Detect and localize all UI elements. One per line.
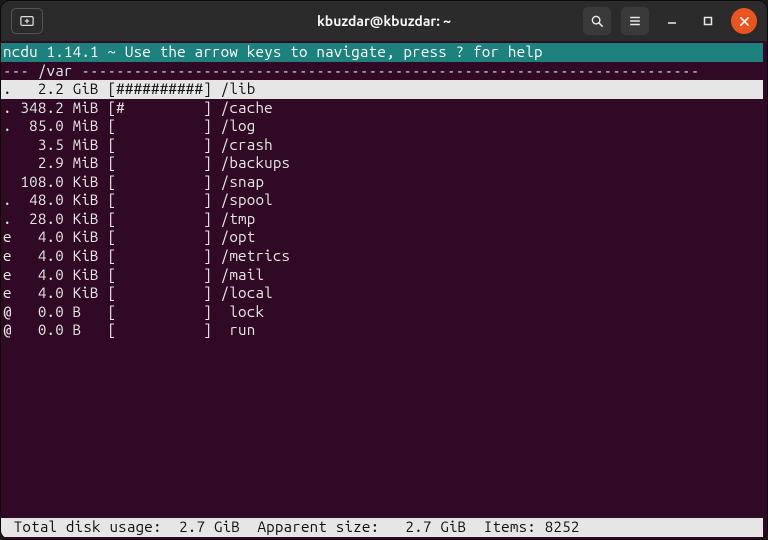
search-icon — [590, 14, 604, 28]
close-button[interactable] — [731, 8, 757, 34]
ncdu-entry[interactable]: . 85.0 MiB [ ] /log — [1, 117, 763, 136]
ncdu-entry[interactable]: . 2.2 GiB [##########] /lib — [1, 80, 763, 99]
minimize-icon — [666, 15, 678, 27]
ncdu-status-bar: Total disk usage: 2.7 GiB Apparent size:… — [1, 518, 763, 537]
ncdu-status-text: Total disk usage: 2.7 GiB Apparent size:… — [5, 518, 580, 535]
ncdu-entry[interactable]: 2.9 MiB [ ] /backups — [1, 154, 763, 173]
search-button[interactable] — [583, 7, 611, 35]
titlebar: kbuzdar@kbuzdar: ~ — [1, 1, 767, 41]
ncdu-path-line: --- /var -------------------------------… — [1, 62, 763, 81]
ncdu-entry[interactable]: . 28.0 KiB [ ] /tmp — [1, 210, 763, 229]
maximize-button[interactable] — [695, 8, 721, 34]
ncdu-header: ncdu 1.14.1 ~ Use the arrow keys to navi… — [1, 43, 763, 62]
minimize-button[interactable] — [659, 8, 685, 34]
hamburger-icon — [628, 14, 642, 28]
ncdu-entry[interactable]: e 4.0 KiB [ ] /metrics — [1, 247, 763, 266]
ncdu-entry[interactable]: e 4.0 KiB [ ] /local — [1, 284, 763, 303]
ncdu-entry[interactable]: e 4.0 KiB [ ] /mail — [1, 266, 763, 285]
ncdu-entry[interactable]: . 48.0 KiB [ ] /spool — [1, 191, 763, 210]
terminal-body[interactable]: ncdu 1.14.1 ~ Use the arrow keys to navi… — [1, 41, 767, 539]
ncdu-entry[interactable]: 3.5 MiB [ ] /crash — [1, 136, 763, 155]
titlebar-right — [583, 7, 767, 35]
ncdu-entry[interactable]: 108.0 KiB [ ] /snap — [1, 173, 763, 192]
ncdu-entry[interactable]: @ 0.0 B [ ] lock — [1, 303, 763, 322]
new-tab-icon — [20, 14, 34, 28]
ncdu-entry[interactable]: @ 0.0 B [ ] run — [1, 321, 763, 340]
ncdu-path-line-text: --- /var -------------------------------… — [3, 62, 699, 79]
maximize-icon — [702, 15, 714, 27]
close-icon — [739, 16, 750, 27]
ncdu-entry[interactable]: . 348.2 MiB [# ] /cache — [1, 99, 763, 118]
new-tab-button[interactable] — [11, 8, 43, 34]
menu-button[interactable] — [621, 7, 649, 35]
ncdu-entry[interactable]: e 4.0 KiB [ ] /opt — [1, 228, 763, 247]
ncdu-entry-list: . 2.2 GiB [##########] /lib. 348.2 MiB [… — [1, 80, 763, 340]
terminal-window: kbuzdar@kbuzdar: ~ — [0, 0, 768, 540]
